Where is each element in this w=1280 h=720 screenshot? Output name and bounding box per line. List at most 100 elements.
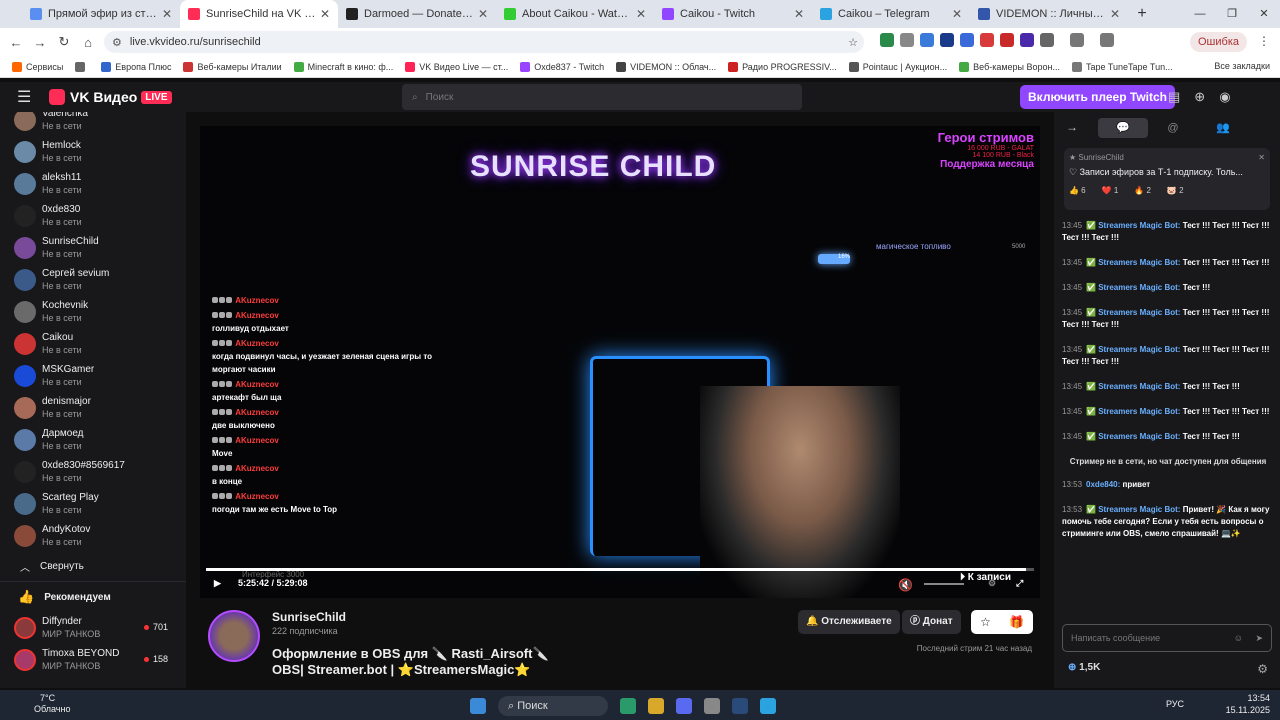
- message-user[interactable]: Streamers Magic Bot:: [1098, 221, 1180, 230]
- extension-icon[interactable]: [960, 33, 974, 47]
- browser-tab[interactable]: SunriseChild на VK Видео Live ✕: [180, 0, 338, 28]
- video-player[interactable]: SUNRISE CHILD Герои стримов 16 000 RUB -…: [200, 126, 1040, 598]
- tab-close-icon[interactable]: ✕: [320, 7, 330, 21]
- bookmark-item[interactable]: Pointauc | Аукцион...: [848, 61, 947, 72]
- sidebar-channel[interactable]: Дармоед Не в сети: [0, 424, 186, 456]
- subscriptions-icon[interactable]: ▤: [1168, 89, 1180, 105]
- browser-tab[interactable]: About Caikou - Watch Live on ✕: [496, 0, 654, 28]
- reaction-chip[interactable]: 🔥 2: [1134, 186, 1151, 195]
- discord-icon[interactable]: [676, 698, 692, 714]
- bookmark-item[interactable]: VIDEMON :: Облач...: [616, 61, 716, 72]
- bookmark-item[interactable]: [75, 61, 89, 72]
- bookmark-item[interactable]: Европа Плюс: [101, 61, 171, 72]
- message-user[interactable]: Streamers Magic Bot:: [1098, 505, 1180, 514]
- tab-chat[interactable]: 💬: [1098, 118, 1148, 138]
- browser-tab[interactable]: VIDEMON :: Личный кабинет ✕: [970, 0, 1128, 28]
- sidebar-channel[interactable]: Caikou Не в сети: [0, 328, 186, 360]
- browser-tab[interactable]: Прямой эфир из студии «Р ✕: [22, 0, 180, 28]
- extension-icon[interactable]: [880, 33, 894, 47]
- forward-icon[interactable]: →: [28, 35, 52, 50]
- mute-icon[interactable]: 🔇: [898, 578, 913, 592]
- donate-button[interactable]: ⓟ Донат: [902, 610, 961, 634]
- message-user[interactable]: Streamers Magic Bot:: [1098, 283, 1180, 292]
- extension-icon[interactable]: [920, 33, 934, 47]
- bookmark-item[interactable]: Сервисы: [12, 61, 63, 72]
- edge-icon[interactable]: [620, 698, 636, 714]
- tab-close-icon[interactable]: ✕: [478, 7, 488, 21]
- sidebar-channel[interactable]: Hemlock Не в сети: [0, 136, 186, 168]
- bookmark-item[interactable]: Oxde837 - Twitch: [520, 61, 604, 72]
- address-bar[interactable]: ⚙ live.vkvideo.ru/sunrisechild ☆: [104, 31, 864, 53]
- pinned-message[interactable]: ★ SunriseChild ✕ ♡ Записи эфиров за Т-1 …: [1064, 148, 1270, 210]
- new-tab-button[interactable]: +: [1128, 0, 1156, 28]
- bookmark-item[interactable]: Minecraft в кино: ф...: [293, 61, 393, 72]
- bookmark-item[interactable]: Tape TuneTape Tun...: [1072, 61, 1173, 72]
- recommended-channel[interactable]: Diffynder МИР ТАНКОВ 701: [0, 612, 186, 644]
- steam-icon[interactable]: [732, 698, 748, 714]
- tab-close-icon[interactable]: ✕: [636, 7, 646, 21]
- chat-settings-icon[interactable]: ⚙: [1257, 662, 1268, 676]
- recommended-channel[interactable]: Timoxa BEYOND МИР ТАНКОВ 158: [0, 644, 186, 676]
- sidebar-channel[interactable]: 0xde830#8569617 Не в сети: [0, 456, 186, 488]
- home-icon[interactable]: ⌂: [76, 35, 100, 50]
- clock[interactable]: 13:54 15.11.2025: [1226, 692, 1270, 716]
- site-info-icon[interactable]: ⚙: [112, 36, 122, 49]
- send-icon[interactable]: ➤: [1255, 625, 1263, 651]
- reading-list-icon[interactable]: [1100, 33, 1114, 47]
- message-user[interactable]: Streamers Magic Bot:: [1098, 407, 1180, 416]
- progress-bar[interactable]: [206, 568, 1034, 571]
- add-icon[interactable]: ⊕: [1194, 89, 1205, 105]
- emoji-icon[interactable]: ☺: [1234, 625, 1243, 651]
- bookmark-item[interactable]: VK Видео Live — ст...: [405, 61, 508, 72]
- extension-icon[interactable]: [1020, 33, 1034, 47]
- close-window-button[interactable]: ✕: [1248, 0, 1280, 28]
- message-user[interactable]: Streamers Magic Bot:: [1098, 258, 1180, 267]
- minimize-button[interactable]: —: [1184, 0, 1216, 28]
- play-icon[interactable]: ▶: [214, 578, 221, 589]
- tab-close-icon[interactable]: ✕: [952, 7, 962, 21]
- sidebar-channel[interactable]: AndyKotov Не в сети: [0, 520, 186, 552]
- obs-icon[interactable]: [704, 698, 720, 714]
- message-user[interactable]: Streamers Magic Bot:: [1098, 308, 1180, 317]
- sidebar-channel[interactable]: denismajor Не в сети: [0, 392, 186, 424]
- reaction-chip[interactable]: 🐷 2: [1167, 186, 1184, 195]
- sidebar-channel[interactable]: aleksh11 Не в сети: [0, 168, 186, 200]
- extension-icon[interactable]: [900, 33, 914, 47]
- maximize-button[interactable]: ❐: [1216, 0, 1248, 28]
- tab-close-icon[interactable]: ✕: [1110, 7, 1120, 21]
- star-icon[interactable]: ☆: [980, 610, 991, 634]
- search-input[interactable]: ⌕ Поиск: [402, 84, 802, 110]
- language-indicator[interactable]: РУС: [1166, 699, 1184, 709]
- reload-icon[interactable]: ↻: [52, 34, 76, 50]
- settings-icon[interactable]: ⚙: [988, 578, 996, 589]
- avatar[interactable]: [208, 610, 260, 662]
- chat-input[interactable]: Написать сообщение ☺ ➤: [1062, 624, 1272, 652]
- collapse-button[interactable]: ︿ Свернуть: [0, 552, 186, 582]
- menu-dots-icon[interactable]: ⋮: [1258, 34, 1270, 48]
- close-icon[interactable]: ✕: [1258, 153, 1265, 162]
- enable-twitch-player-button[interactable]: Включить плеер Twitch: [1020, 85, 1175, 109]
- sidebar-channel[interactable]: Scarteg Play Не в сети: [0, 488, 186, 520]
- to-record-button[interactable]: ⏵ К записи: [960, 572, 1011, 583]
- gift-icon[interactable]: 🎁: [1009, 610, 1024, 634]
- sidebar-channel[interactable]: SunriseChild Не в сети: [0, 232, 186, 264]
- follow-button[interactable]: 🔔 Отслеживаете: [798, 610, 900, 634]
- bookmark-item[interactable]: Веб-камеры Италии: [183, 61, 282, 72]
- message-user[interactable]: Streamers Magic Bot:: [1098, 382, 1180, 391]
- fullscreen-icon[interactable]: ⤢: [1016, 578, 1023, 589]
- chrome-icon[interactable]: [648, 698, 664, 714]
- start-icon[interactable]: [470, 698, 486, 714]
- profile-error-button[interactable]: Ошибка: [1190, 32, 1247, 52]
- sidebar-channel[interactable]: Kochevnik Не в сети: [0, 296, 186, 328]
- bookmark-item[interactable]: Радио PROGRESSIV...: [728, 61, 837, 72]
- message-user[interactable]: 0xde840:: [1086, 480, 1120, 489]
- extension-icon[interactable]: [980, 33, 994, 47]
- channel-name[interactable]: SunriseChild: [272, 610, 346, 624]
- media-icon[interactable]: [1070, 33, 1084, 47]
- weather-widget[interactable]: 7°C Облачно: [10, 693, 70, 715]
- volume-slider[interactable]: [924, 583, 964, 585]
- extension-icon[interactable]: [940, 33, 954, 47]
- sidebar-channel[interactable]: MSKGamer Не в сети: [0, 360, 186, 392]
- tab-close-icon[interactable]: ✕: [794, 7, 804, 21]
- hamburger-menu-icon[interactable]: ☰: [17, 87, 33, 107]
